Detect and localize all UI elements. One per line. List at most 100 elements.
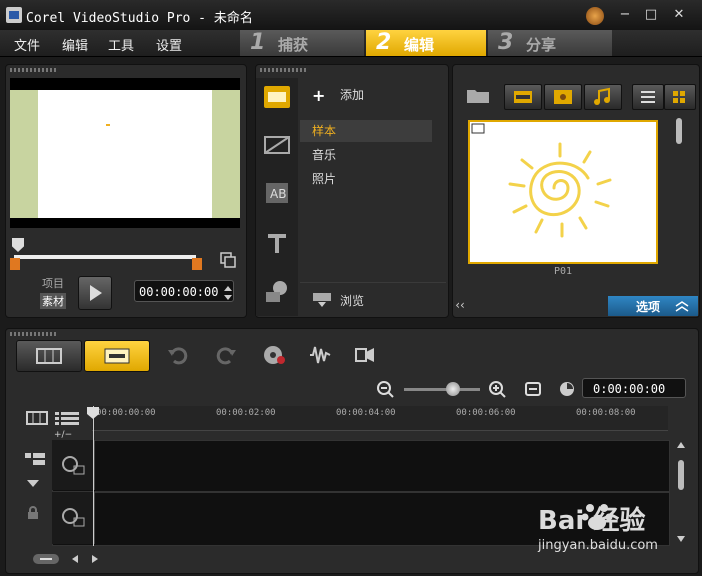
help-icon[interactable] xyxy=(586,7,604,25)
show-photos-button[interactable] xyxy=(544,84,582,110)
list-view-button[interactable] xyxy=(632,84,664,110)
undo-icon[interactable] xyxy=(166,344,190,366)
minimize-button[interactable]: − xyxy=(616,8,634,22)
playhead-marker-icon[interactable] xyxy=(86,406,100,420)
scrub-bar[interactable] xyxy=(14,255,196,259)
watermark-url: jingyan.baidu.com xyxy=(538,538,658,553)
maximize-button[interactable]: □ xyxy=(642,8,660,22)
text-category-icon[interactable] xyxy=(262,230,292,256)
clock-icon xyxy=(560,382,574,396)
library-item-photos[interactable]: 照片 xyxy=(300,168,432,190)
timeline-scroll-thumb[interactable] xyxy=(678,460,684,490)
zoom-slider-handle[interactable] xyxy=(446,382,460,396)
add-button[interactable]: 添加 xyxy=(340,86,364,103)
trim-start-marker[interactable] xyxy=(10,258,20,270)
menu-settings[interactable]: 设置 xyxy=(156,35,182,54)
step-label: 捕获 xyxy=(278,36,309,54)
project-mode-label[interactable]: 项目 xyxy=(42,275,64,291)
divider xyxy=(300,282,446,283)
tab-edit[interactable]: 2 编辑 xyxy=(366,30,486,56)
menu-file[interactable]: 文件 xyxy=(14,35,40,54)
chevron-down-icon[interactable] xyxy=(26,478,40,488)
zoom-out-icon[interactable] xyxy=(376,380,394,398)
ripple-edit-icon[interactable] xyxy=(24,452,46,466)
timeline-view-button[interactable] xyxy=(84,340,150,372)
graphics-category-icon[interactable] xyxy=(262,278,292,304)
preview-mark xyxy=(106,124,110,126)
media-thumbnail[interactable] xyxy=(468,120,658,264)
zoom-slider[interactable] xyxy=(404,388,480,391)
timecode-stepper-icon[interactable] xyxy=(222,284,234,302)
film-reel-overlay-icon xyxy=(62,508,85,527)
chevron-up-icon xyxy=(675,301,689,312)
browse-icon[interactable] xyxy=(312,292,332,308)
browse-button[interactable]: 浏览 xyxy=(340,292,364,309)
show-videos-button[interactable] xyxy=(504,84,542,110)
transition-category-icon[interactable] xyxy=(262,132,292,158)
media-scrollbar[interactable] xyxy=(676,118,682,144)
music-note-icon xyxy=(594,87,610,105)
window-title: Corel VideoStudio Pro - 未命名 xyxy=(26,11,253,26)
record-capture-icon[interactable] xyxy=(262,344,286,366)
storyboard-view-button[interactable] xyxy=(16,340,82,372)
library-item-samples[interactable]: 样本 xyxy=(300,120,432,142)
video-track-toggle-icon[interactable] xyxy=(26,410,48,426)
ruler-tick: 00:00:00:00 xyxy=(96,408,156,418)
tab-capture[interactable]: 1 捕获 xyxy=(240,30,364,56)
list-view-icon xyxy=(641,91,655,103)
thumbnail-label: P01 xyxy=(553,266,573,277)
show-audio-button[interactable] xyxy=(584,84,622,110)
title-category-icon[interactable]: AB xyxy=(262,180,292,206)
menu-edit[interactable]: 编辑 xyxy=(62,35,88,54)
close-button[interactable]: ✕ xyxy=(670,8,688,22)
step-number: 3 xyxy=(498,30,514,55)
options-tab[interactable]: 选项 xyxy=(608,296,698,316)
panel-grip[interactable] xyxy=(10,68,56,72)
library-item-music[interactable]: 音乐 xyxy=(300,144,432,166)
timeline-icon xyxy=(104,348,130,364)
media-category-icon[interactable] xyxy=(262,84,292,110)
redo-icon[interactable] xyxy=(214,344,238,366)
panel-grip[interactable] xyxy=(10,332,56,336)
paw-logo-icon xyxy=(581,504,613,530)
collapse-library-icon[interactable]: ‹‹ xyxy=(452,298,468,314)
playhead[interactable] xyxy=(93,406,94,546)
timeline-zoom-icon[interactable] xyxy=(32,552,60,566)
tab-share[interactable]: 3 分享 xyxy=(488,30,612,56)
preview-pillar-left xyxy=(10,90,38,218)
lock-icon[interactable] xyxy=(26,506,40,520)
preview-timecode[interactable]: 00:00:00:00 xyxy=(134,280,234,302)
copy-icon[interactable] xyxy=(220,252,236,268)
add-track-button[interactable]: +/− xyxy=(54,430,92,440)
timeline-scroll-arrows-icon[interactable] xyxy=(70,554,100,564)
trim-end-marker[interactable] xyxy=(192,258,202,270)
folder-icon[interactable] xyxy=(466,86,490,104)
project-duration-timecode: 0:00:00:00 xyxy=(582,378,686,398)
svg-text:AB: AB xyxy=(270,187,286,201)
auto-music-icon[interactable] xyxy=(352,344,376,366)
panel-grip[interactable] xyxy=(260,68,306,72)
options-label: 选项 xyxy=(636,300,661,314)
video-track-header[interactable] xyxy=(52,440,95,490)
fit-to-window-icon[interactable] xyxy=(524,380,542,398)
clip-mode-label[interactable]: 素材 xyxy=(40,293,66,309)
add-icon[interactable]: + xyxy=(312,86,325,105)
sun-drawing-image xyxy=(471,123,612,238)
film-icon xyxy=(514,91,532,103)
menu-tools[interactable]: 工具 xyxy=(108,35,134,54)
overlay-track-header[interactable] xyxy=(52,492,95,544)
thumbnail-view-button[interactable] xyxy=(664,84,696,110)
zoom-in-icon[interactable] xyxy=(488,380,506,398)
video-track[interactable] xyxy=(52,440,670,492)
ruler-tick: 00:00:08:00 xyxy=(576,408,636,418)
storyboard-icon xyxy=(36,348,62,364)
play-button[interactable] xyxy=(78,276,112,310)
step-label: 分享 xyxy=(526,36,557,54)
grid-view-icon xyxy=(673,91,685,103)
film-reel-icon xyxy=(62,456,85,475)
step-label: 编辑 xyxy=(404,36,435,54)
preview-frame xyxy=(38,90,212,218)
track-manager-icon[interactable] xyxy=(54,410,80,426)
audio-mixer-icon[interactable] xyxy=(308,344,332,366)
ruler-tick: 00:00:04:00 xyxy=(336,408,396,418)
